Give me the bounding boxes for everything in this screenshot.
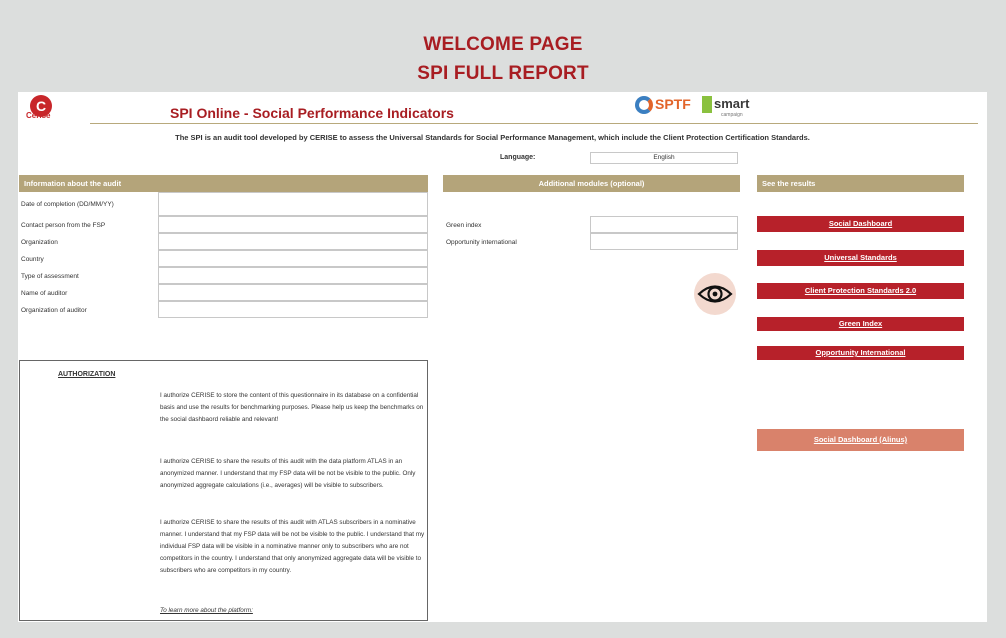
opportunity-international-button[interactable]: Opportunity International	[757, 346, 964, 360]
page-heading: WELCOME PAGE	[423, 34, 583, 55]
date-field[interactable]	[158, 192, 428, 216]
spreadsheet-area: C Cerise SPI Online - Social Performance…	[18, 92, 987, 622]
smart-logo-label: smart	[714, 96, 750, 111]
opportunity-field[interactable]	[590, 233, 738, 250]
cerise-logo-label: Cerise	[26, 111, 51, 120]
intro-text: The SPI is an audit tool developed by CE…	[175, 133, 810, 142]
audit-label-auditor: Name of auditor	[21, 290, 68, 297]
audit-label-auditor-org: Organization of auditor	[21, 307, 87, 314]
page-subheading: SPI FULL REPORT	[417, 63, 589, 84]
green-index-button[interactable]: Green Index	[757, 317, 964, 331]
country-field[interactable]	[158, 250, 428, 267]
organization-field[interactable]	[158, 233, 428, 250]
smart-logo-icon	[702, 96, 712, 114]
language-select[interactable]: English	[590, 152, 738, 164]
learn-more-link[interactable]: To learn more about the platform:	[160, 607, 253, 614]
eye-icon[interactable]	[694, 273, 736, 315]
language-label: Language:	[500, 154, 536, 161]
sptf-logo-icon	[635, 96, 653, 115]
module-label-green: Green index	[446, 222, 482, 229]
authorization-title: AUTHORIZATION	[58, 371, 116, 378]
green-index-field[interactable]	[590, 216, 738, 233]
contact-field[interactable]	[158, 216, 428, 233]
authorization-panel: AUTHORIZATION I authorize CERISE to stor…	[19, 360, 428, 621]
authorization-paragraph-1: I authorize CERISE to store the content …	[160, 392, 424, 423]
audit-label-organization: Organization	[21, 239, 58, 246]
module-label-opportunity: Opportunity international	[446, 239, 517, 246]
modules-header: Additional modules (optional)	[443, 175, 740, 192]
audit-info-header: Information about the audit	[19, 175, 428, 192]
audit-label-assessment: Type of assessment	[21, 273, 79, 280]
smart-logo: smart	[702, 96, 750, 114]
audit-label-contact: Contact person from the FSP	[21, 222, 106, 229]
authorization-paragraph-2: I authorize CERISE to share the results …	[160, 458, 416, 489]
auditor-organization-field[interactable]	[158, 301, 428, 318]
sheet-title: SPI Online - Social Performance Indicato…	[170, 105, 454, 121]
auditor-name-field[interactable]	[158, 284, 428, 301]
sptf-logo-label: SPTF	[655, 96, 691, 112]
title-divider	[90, 123, 978, 124]
universal-standards-button[interactable]: Universal Standards	[757, 250, 964, 266]
sptf-logo: SPTF	[635, 96, 691, 115]
assessment-type-field[interactable]	[158, 267, 428, 284]
social-dashboard-alinus-button[interactable]: Social Dashboard (Alinus)	[757, 429, 964, 451]
social-dashboard-button[interactable]: Social Dashboard	[757, 216, 964, 232]
audit-label-date: Date of completion (DD/MM/YY)	[21, 201, 114, 208]
smart-logo-sub: campaign	[721, 112, 743, 118]
client-protection-button[interactable]: Client Protection Standards 2.0	[757, 283, 964, 299]
audit-label-country: Country	[21, 256, 44, 263]
authorization-paragraph-3: I authorize CERISE to share the results …	[160, 519, 425, 574]
eye-icon-graphic	[697, 285, 733, 303]
results-header: See the results	[757, 175, 964, 192]
